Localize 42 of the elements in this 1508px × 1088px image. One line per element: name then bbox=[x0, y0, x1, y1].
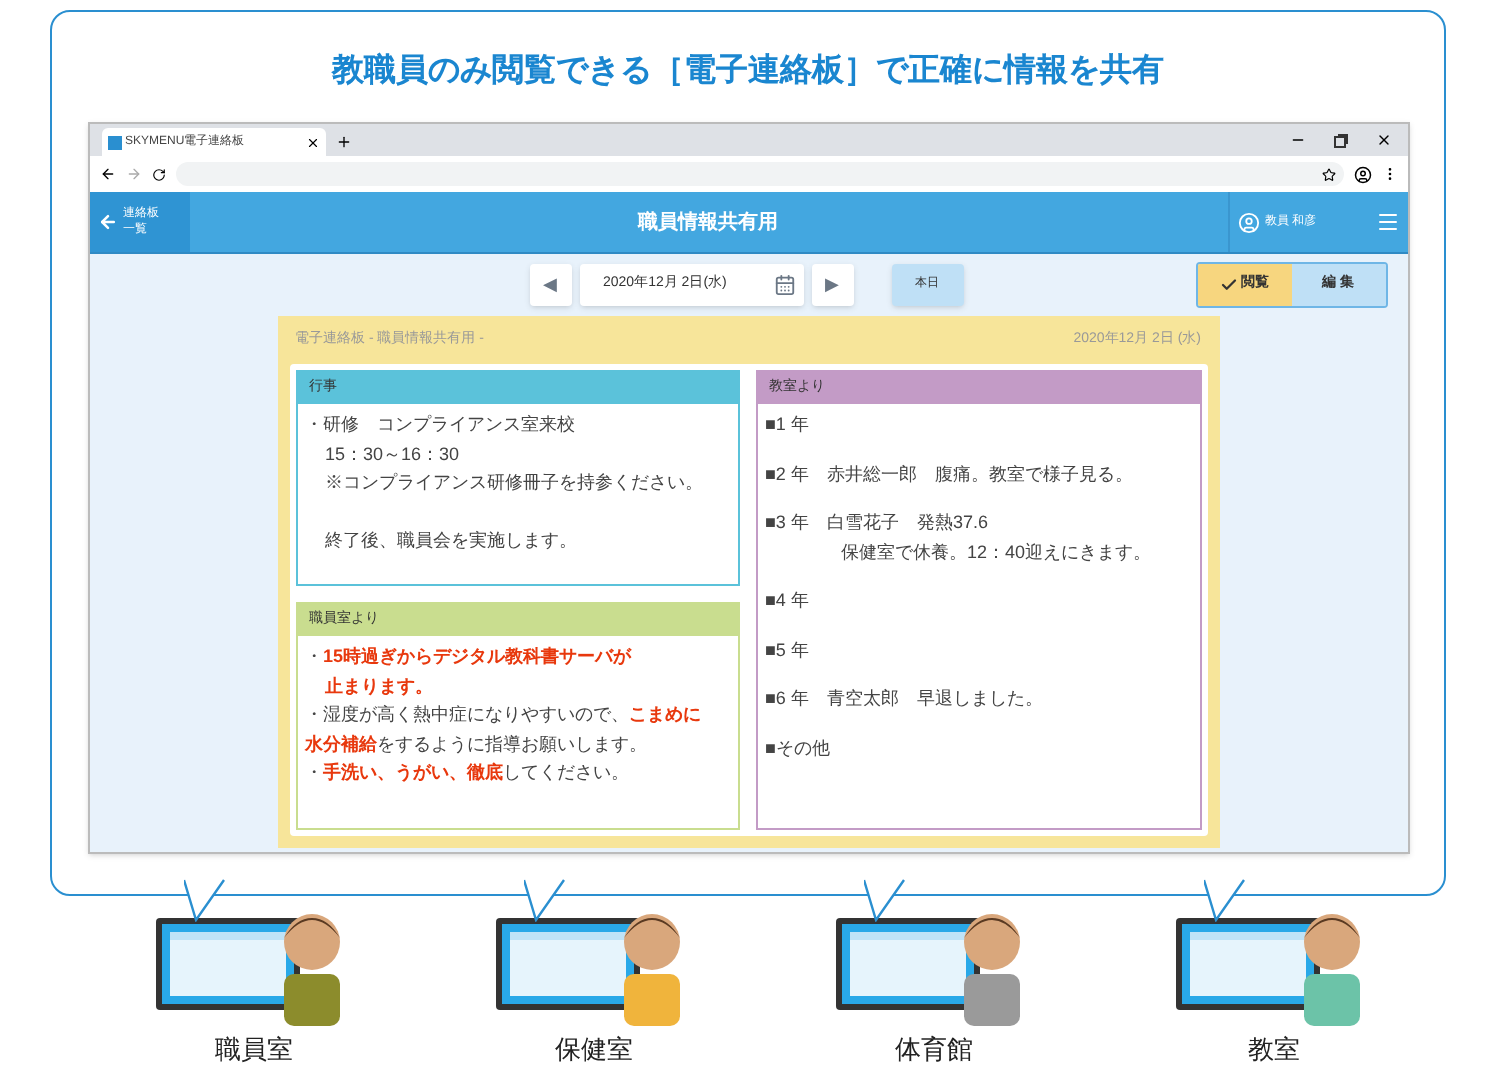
app-title: 職員情報共有用 bbox=[635, 209, 780, 237]
previous-day-button[interactable]: ◀ bbox=[529, 264, 571, 306]
class-report: ■3 年 白雪花子 発熱37.6 bbox=[765, 510, 990, 536]
class-report: ■その他 bbox=[765, 735, 832, 761]
user-icon bbox=[1237, 211, 1259, 233]
app-icon bbox=[107, 135, 121, 149]
monitor-icon bbox=[496, 918, 640, 1010]
new-tab-icon[interactable] bbox=[335, 134, 351, 150]
class-report: ■5 年 bbox=[765, 637, 811, 663]
notice-line: 止まります。 bbox=[323, 673, 435, 700]
station-label: 教室 bbox=[1248, 1032, 1300, 1068]
calendar-icon[interactable] bbox=[773, 274, 795, 296]
back-icon[interactable] bbox=[99, 166, 115, 182]
notice-line: ・手洗い、うがい、徹底してください。 bbox=[305, 760, 631, 786]
headline: 教職員のみ閲覧できる［電子連絡板］で正確に情報を共有 bbox=[332, 50, 1164, 92]
class-report: ■1 年 bbox=[765, 412, 811, 438]
station-label: 職員室 bbox=[215, 1032, 293, 1068]
class-report: 保健室で休養。12：40迎えにきます。 bbox=[839, 539, 1154, 566]
check-icon bbox=[1219, 276, 1237, 294]
station-label: 保健室 bbox=[555, 1032, 633, 1068]
close-icon[interactable] bbox=[1375, 132, 1391, 148]
notice-line: 水分補給をするように指導お願いします。 bbox=[305, 731, 649, 758]
notice-line: ・研修 コンプライアンス室来校 bbox=[305, 412, 577, 438]
close-icon[interactable] bbox=[305, 135, 319, 149]
notice-line: ・湿度が高く熱中症になりやすいので、こまめに bbox=[305, 702, 703, 728]
station-label: 体育館 bbox=[895, 1032, 973, 1068]
class-report: ■2 年 赤井総一郎 腹痛。教室で様子見る。 bbox=[765, 461, 1135, 487]
monitor-icon bbox=[156, 918, 300, 1010]
reload-icon[interactable] bbox=[151, 167, 165, 181]
notice-line: 15：30～16：30 bbox=[323, 441, 462, 467]
monitor-icon bbox=[1176, 918, 1320, 1010]
next-day-button[interactable]: ▶ bbox=[811, 264, 853, 306]
account-icon[interactable] bbox=[1353, 165, 1371, 183]
class-report: ■4 年 bbox=[765, 588, 811, 614]
monitor-icon bbox=[836, 918, 980, 1010]
class-report: ■6 年 青空太郎 早退しました。 bbox=[765, 686, 1045, 712]
notice-line: ・15時過ぎからデジタル教科書サーバが bbox=[305, 644, 634, 670]
restore-icon[interactable] bbox=[1333, 134, 1347, 148]
notice-line: ※コンプライアンス研修冊子を持参ください。 bbox=[323, 470, 705, 496]
back-arrow-icon bbox=[97, 212, 117, 232]
bookmark-star-icon[interactable] bbox=[1321, 167, 1335, 181]
notice-line: 終了後、職員会を実施します。 bbox=[323, 527, 579, 553]
